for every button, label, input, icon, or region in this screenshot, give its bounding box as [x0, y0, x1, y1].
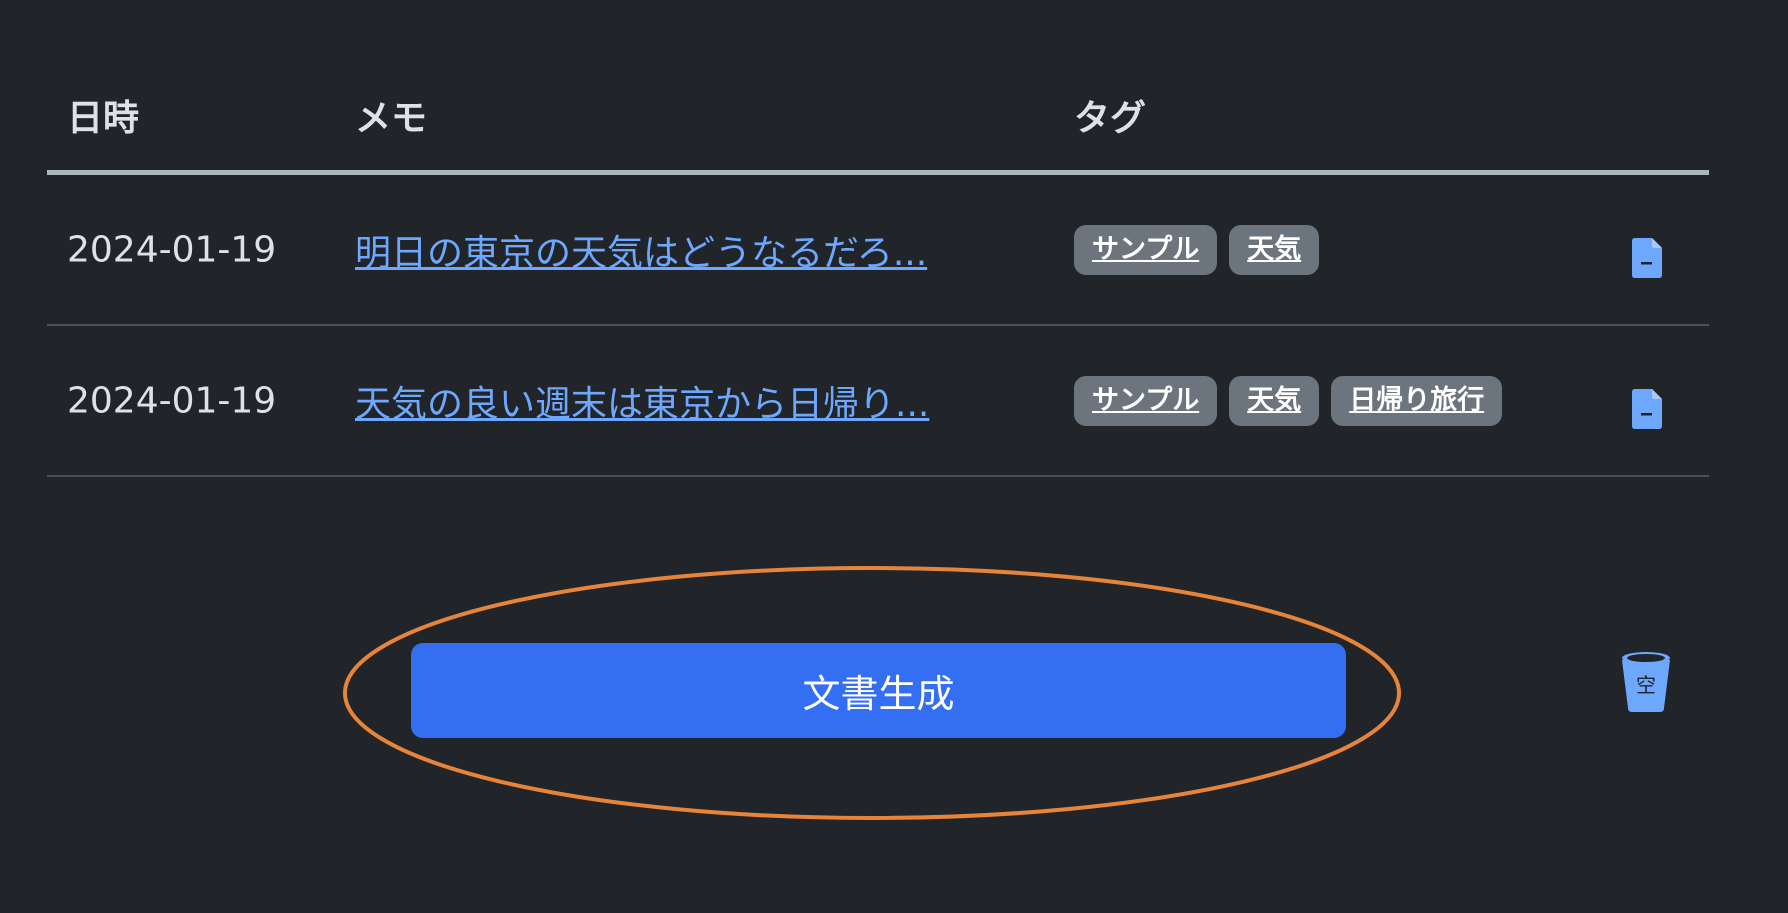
table-header: 日時 メモ タグ — [47, 60, 1709, 175]
memo-link[interactable]: 明日の東京の天気はどうなるだろ... — [355, 224, 927, 276]
tag-badge[interactable]: 天気 — [1229, 224, 1320, 275]
memo-link[interactable]: 天気の良い週末は東京から日帰り... — [355, 375, 929, 427]
row-date: 2024-01-19 — [67, 380, 277, 421]
table-row: 2024-01-19 明日の東京の天気はどうなるだろ... サンプル 天気 — [47, 175, 1709, 326]
generate-document-button[interactable]: 文書生成 — [411, 643, 1346, 738]
row-date: 2024-01-19 — [67, 229, 277, 270]
table-row: 2024-01-19 天気の良い週末は東京から日帰り... サンプル 天気 日帰… — [47, 326, 1709, 477]
document-icon[interactable] — [1632, 237, 1662, 278]
tag-badge[interactable]: サンプル — [1074, 224, 1218, 275]
header-memo: メモ — [355, 98, 428, 139]
tag-badge[interactable]: 天気 — [1229, 375, 1320, 426]
tag-badge[interactable]: 日帰り旅行 — [1331, 375, 1503, 426]
document-icon[interactable] — [1632, 388, 1662, 429]
tag-list: サンプル 天気 日帰り旅行 — [1074, 375, 1503, 426]
memo-table: 日時 メモ タグ 2024-01-19 明日の東京の天気はどうなるだろ... サ… — [47, 60, 1709, 477]
header-date: 日時 — [67, 98, 140, 139]
trash-icon[interactable]: 空 — [1620, 650, 1672, 712]
trash-label: 空 — [1636, 673, 1656, 697]
tag-list: サンプル 天気 — [1074, 224, 1320, 275]
tag-badge[interactable]: サンプル — [1074, 375, 1218, 426]
header-tags: タグ — [1074, 98, 1147, 139]
page: 日時 メモ タグ 2024-01-19 明日の東京の天気はどうなるだろ... サ… — [0, 0, 1788, 913]
